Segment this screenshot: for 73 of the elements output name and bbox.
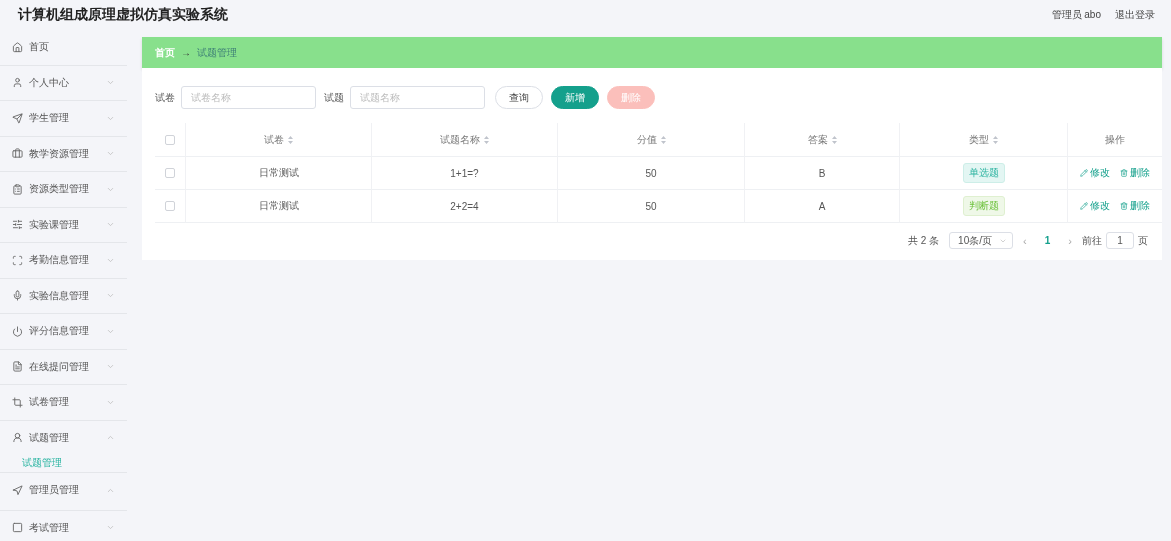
search-field[interactable]: 试题名称: [350, 86, 485, 109]
user-name: 管理员 abo: [1051, 8, 1101, 22]
total-count: 共 2 条: [907, 233, 940, 248]
sidebar-item[interactable]: 资源类型管理: [0, 172, 127, 207]
query-button[interactable]: 查询: [495, 86, 543, 109]
checkbox[interactable]: [165, 201, 175, 211]
table-cell: 50: [645, 167, 657, 179]
menu-icon: [12, 522, 23, 534]
sidebar-item[interactable]: 管理员管理: [0, 473, 127, 508]
column-header: 分值: [636, 132, 657, 147]
sidebar-item[interactable]: 考勤信息管理: [0, 243, 127, 278]
checkbox[interactable]: [165, 134, 175, 145]
goto-label: 前往: [1082, 233, 1102, 248]
sort-icon[interactable]: [993, 135, 998, 144]
breadcrumb-current: 试题管理: [197, 45, 237, 60]
table-cell: 日常测试: [258, 166, 299, 180]
pencil-icon: [1080, 202, 1088, 210]
menu-icon: [12, 148, 23, 160]
sidebar-item[interactable]: 实验信息管理: [0, 278, 127, 313]
menu-icon: [12, 183, 23, 195]
sort-icon[interactable]: [660, 135, 666, 144]
sidebar-item[interactable]: 评分信息管理: [0, 314, 127, 349]
goto-page-field[interactable]: 1: [1106, 232, 1134, 249]
delete-link[interactable]: 删除: [1120, 199, 1150, 213]
logout-link[interactable]: 退出登录: [1115, 8, 1155, 22]
menu-icon: [12, 290, 23, 302]
column-header: 答案: [807, 132, 828, 147]
sort-icon[interactable]: [831, 135, 837, 144]
breadcrumb-separator: →: [181, 47, 191, 58]
table-cell: 日常测试: [258, 199, 299, 213]
sort-icon[interactable]: [288, 135, 293, 144]
pencil-icon: [1080, 169, 1088, 177]
page-size-select[interactable]: 10条/页: [949, 232, 1014, 249]
table-cell: 1+1=?: [450, 167, 479, 179]
menu-icon: [12, 112, 23, 124]
delete-link[interactable]: 删除: [1120, 166, 1150, 180]
sidebar-item[interactable]: 考试管理: [0, 510, 127, 541]
sidebar-item[interactable]: 试卷管理: [0, 385, 127, 420]
table-cell: 50: [645, 200, 657, 212]
sidebar-item[interactable]: 学生管理: [0, 101, 127, 136]
page-suffix: 页: [1138, 233, 1148, 248]
app-title: 计算机组成原理虚拟仿真实验系统: [18, 6, 228, 24]
checkbox[interactable]: [165, 168, 175, 178]
table-cell: 2+2=4: [450, 200, 479, 212]
sidebar-item[interactable]: 首页: [0, 30, 127, 65]
column-header: 试卷: [264, 132, 284, 147]
menu-icon: [12, 484, 23, 496]
field-label: 试卷: [155, 90, 175, 105]
menu-icon: [12, 41, 23, 53]
menu-icon: [12, 325, 23, 337]
column-header: 类型: [969, 132, 989, 147]
type-tag: 单选题: [962, 163, 1005, 183]
column-header: 操作: [1105, 132, 1125, 147]
menu-icon: [12, 396, 23, 408]
menu-icon: [12, 219, 23, 231]
menu-icon: [12, 254, 23, 266]
column-header: 试题名称: [440, 132, 480, 147]
sidebar-item[interactable]: 在线提问管理: [0, 349, 127, 384]
sidebar-item[interactable]: 实验课管理: [0, 207, 127, 242]
type-tag: 判断题: [962, 196, 1005, 216]
search-field[interactable]: 试卷名称: [181, 86, 316, 109]
menu-icon: [12, 77, 23, 89]
trash-icon: [1120, 169, 1128, 177]
menu-icon: [12, 432, 23, 444]
table-cell: A: [818, 200, 826, 212]
table-cell: B: [818, 167, 826, 179]
sort-icon[interactable]: [484, 135, 489, 144]
field-label: 试题: [324, 90, 344, 105]
sidebar-item[interactable]: 试题管理: [0, 420, 127, 455]
menu-icon: [12, 361, 23, 373]
sidebar-item[interactable]: 教学资源管理: [0, 136, 127, 171]
trash-icon: [1120, 202, 1128, 210]
sidebar-item[interactable]: 个人中心: [0, 65, 127, 100]
